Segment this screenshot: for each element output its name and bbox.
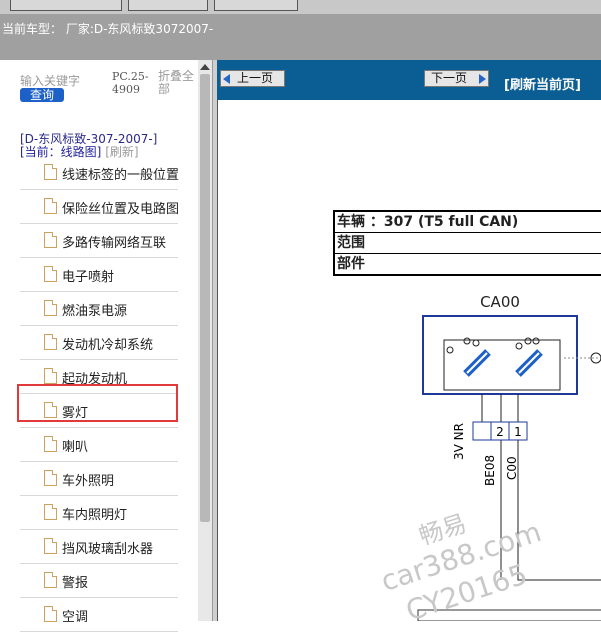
contact-circle: [515, 342, 523, 350]
sidebar-item[interactable]: 电子喷射: [20, 258, 178, 292]
sidebar: 输入关键字 查询 PC.25-4909 折叠全部 [D-东风标致-307-200…: [0, 60, 198, 632]
pin-1-label: 1: [514, 425, 522, 439]
switch-bar-left-hl: [466, 352, 488, 374]
wire-c00-label: C00: [505, 456, 519, 480]
sidebar-item-label: 发动机冷却系统: [62, 338, 154, 353]
sidebar-item[interactable]: 空调: [20, 598, 178, 632]
top-bar: 当前车型： 厂家:D-东风标致3072007-: [0, 0, 601, 60]
document-icon: [44, 572, 57, 588]
contact-circle: [524, 337, 532, 345]
next-page-button[interactable]: 下一页: [424, 70, 489, 87]
toolbar-tab-2[interactable]: [128, 0, 208, 11]
document-icon: [44, 470, 57, 486]
keyword-input[interactable]: 输入关键字: [20, 72, 80, 89]
contact-circle: [472, 339, 480, 347]
contact-circle: [532, 337, 540, 345]
wire-be08-label: BE08: [483, 455, 497, 486]
toolbar-tab-3[interactable]: [214, 0, 298, 11]
document-icon: [44, 232, 57, 248]
arrow-right-icon: [479, 74, 486, 84]
sidebar-item-label: 线速标签的一般位置: [62, 168, 180, 183]
document-panel: 上一页 下一页 [刷新当前页] 车辆 ：307 (T5 full CAN) 范围…: [217, 60, 601, 628]
document-icon: [44, 266, 57, 282]
document-icon: [44, 606, 57, 622]
fold-all-link[interactable]: 折叠全部: [158, 70, 200, 96]
contact-circle: [446, 346, 454, 354]
prev-page-label: 上一页: [237, 71, 274, 85]
sidebar-item-label: 电子喷射: [62, 270, 115, 285]
toolbar-tab-1[interactable]: [10, 0, 122, 11]
document-icon: [44, 198, 57, 214]
pin-2-label: 2: [496, 425, 504, 439]
page-nav-bar: 上一页 下一页 [刷新当前页]: [217, 60, 601, 100]
relay-box: [422, 315, 578, 395]
sidebar-item[interactable]: 线速标签的一般位置: [20, 156, 180, 190]
wire-c00-route: [517, 440, 601, 581]
query-button[interactable]: 查询: [20, 88, 64, 102]
switch-bar-right-hl: [518, 352, 540, 374]
sidebar-item[interactable]: 喇叭: [20, 428, 178, 462]
pin-block: [472, 421, 492, 441]
sidebar-item[interactable]: 挡风玻璃刮水器: [20, 530, 178, 564]
sidebar-item[interactable]: 燃油泵电源: [20, 292, 178, 326]
sidebar-item[interactable]: 多路传输网络互联: [20, 224, 178, 258]
document-icon: [44, 300, 57, 316]
sidebar-item-label: 喇叭: [62, 440, 89, 455]
sidebar-item-label: 多路传输网络互联: [62, 236, 167, 251]
connector-code: CA00: [480, 293, 520, 311]
sidebar-item[interactable]: 发动机冷却系统: [20, 326, 178, 360]
search-area: 输入关键字 查询 PC.25-4909 折叠全部: [20, 70, 198, 110]
sidebar-scrollbar[interactable]: [198, 60, 212, 621]
highlight-box: [17, 384, 178, 422]
sidebar-item[interactable]: 保险丝位置及电路图: [20, 190, 180, 224]
pc-code: PC.25-4909: [112, 70, 149, 96]
document-icon: [44, 504, 57, 520]
document-icon: [44, 334, 57, 350]
refresh-page-link[interactable]: [刷新当前页]: [504, 74, 581, 93]
scroll-up-arrow-icon[interactable]: [200, 64, 210, 70]
sidebar-item[interactable]: 警报: [20, 564, 178, 598]
sidebar-item-label: 燃油泵电源: [62, 304, 128, 319]
sidebar-item-label: 保险丝位置及电路图: [62, 202, 180, 217]
scrollbar-thumb[interactable]: [200, 74, 210, 522]
sidebar-item-label: 挡风玻璃刮水器: [62, 542, 154, 557]
document-icon: [44, 436, 57, 452]
sidebar-item[interactable]: 车内照明灯: [20, 496, 178, 530]
diagram-page: 车辆 ：307 (T5 full CAN) 范围 部件 CA00 2 1 3V …: [217, 100, 601, 628]
wire-3v-nr-label: 3V NR: [452, 423, 466, 460]
relay-inner: [443, 339, 561, 391]
prev-page-button[interactable]: 上一页: [220, 70, 285, 87]
sidebar-item[interactable]: 车外照明: [20, 462, 178, 496]
document-icon: [44, 368, 57, 384]
next-page-label: 下一页: [431, 71, 468, 85]
sidebar-item-label: 空调: [62, 610, 89, 625]
arrow-left-icon: [223, 74, 230, 84]
sidebar-item-label: 警报: [62, 576, 89, 591]
document-icon: [44, 164, 57, 180]
sidebar-item-label: 车外照明: [62, 474, 115, 489]
contact-circle: [463, 337, 471, 345]
sidebar-item-label: 车内照明灯: [62, 508, 128, 523]
document-icon: [44, 538, 57, 554]
current-model-label: 当前车型： 厂家:D-东风标致3072007-: [2, 22, 214, 36]
